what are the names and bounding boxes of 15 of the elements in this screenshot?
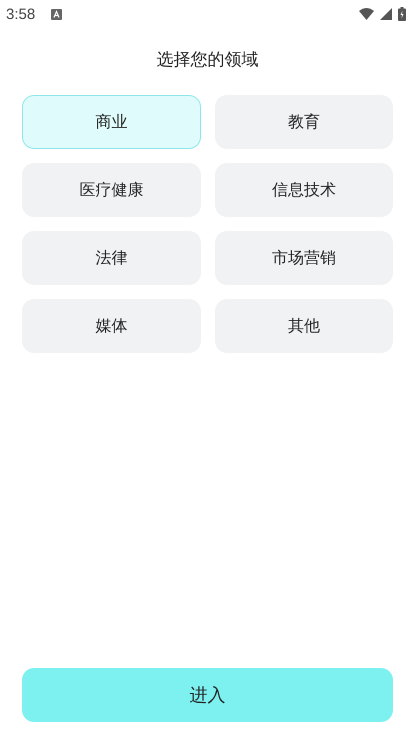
- wifi-icon: [359, 8, 374, 20]
- keyboard-icon: [51, 8, 62, 20]
- field-option[interactable]: 教育: [214, 95, 393, 149]
- field-option[interactable]: 医疗健康: [22, 163, 200, 217]
- field-option[interactable]: 商业: [22, 95, 200, 149]
- battery-icon: [398, 7, 406, 21]
- field-option[interactable]: 信息技术: [214, 163, 393, 217]
- field-option[interactable]: 市场营销: [214, 231, 393, 285]
- status-time: 3:58: [6, 6, 36, 22]
- signal-icon: [380, 8, 392, 20]
- field-option[interactable]: 其他: [214, 299, 393, 353]
- field-option[interactable]: 媒体: [22, 299, 200, 353]
- enter-button[interactable]: 进入: [22, 668, 393, 722]
- field-option[interactable]: 法律: [22, 231, 200, 285]
- page-title: 选择您的领域: [156, 49, 260, 71]
